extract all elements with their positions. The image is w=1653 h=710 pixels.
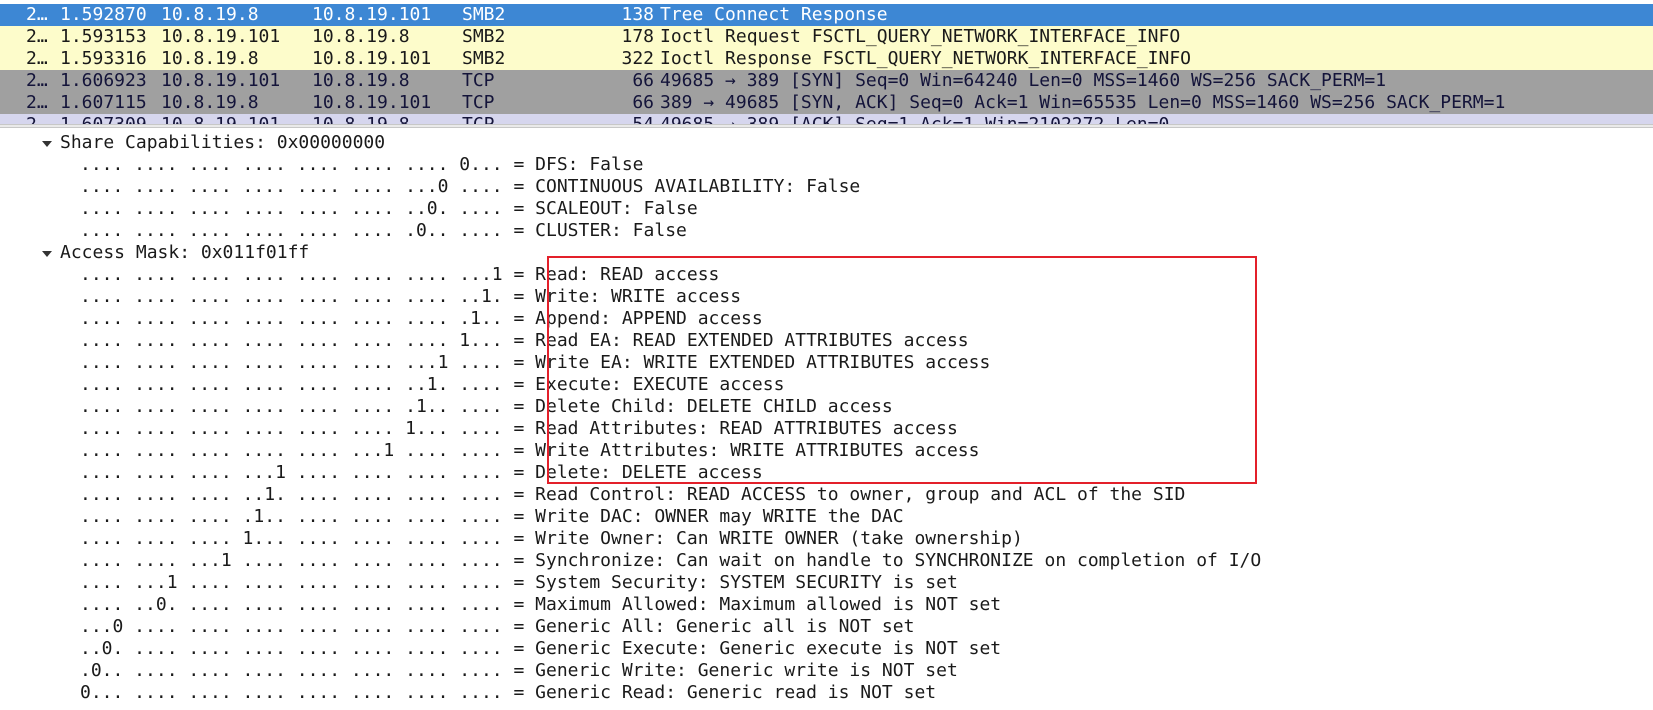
packet-info: 389 → 49685 [SYN, ACK] Seq=0 Ack=1 Win=6… xyxy=(660,92,1506,113)
packet-number: 2… xyxy=(26,48,48,69)
packet-row[interactable]: 2… 1.593153 10.8.19.101 10.8.19.8 SMB2 1… xyxy=(0,26,1653,48)
packet-number: 2… xyxy=(26,114,48,124)
packet-length: 322 xyxy=(621,48,654,69)
packet-source: 10.8.19.101 xyxy=(161,114,280,124)
packet-length: 66 xyxy=(632,92,654,113)
expand-arrow-icon[interactable] xyxy=(40,242,52,264)
packet-protocol: SMB2 xyxy=(462,48,506,69)
packet-time: 1.593316 xyxy=(60,48,147,69)
packet-number: 2… xyxy=(26,4,48,25)
packet-info: 49685 → 389 [SYN] Seq=0 Win=64240 Len=0 … xyxy=(660,70,1387,91)
tree-bit-line[interactable]: .... .... .... .... .... .... .... ..1. … xyxy=(80,286,741,308)
packet-source: 10.8.19.8 xyxy=(161,92,259,113)
packet-info: Tree Connect Response xyxy=(660,4,888,25)
tree-bit-line[interactable]: .... .... .... .... .... .... ..1. .... … xyxy=(80,374,784,396)
tree-bit-line[interactable]: .... .... .... .... .... .... .... 0... … xyxy=(80,154,644,176)
packet-source: 10.8.19.8 xyxy=(161,4,259,25)
packet-number: 2… xyxy=(26,26,48,47)
packet-time: 1.593153 xyxy=(60,26,147,47)
packet-info: Ioctl Response FSCTL_QUERY_NETWORK_INTER… xyxy=(660,48,1192,69)
packet-row[interactable]: 2… 1.607309 10.8.19.101 10.8.19.8 TCP 54… xyxy=(0,114,1653,124)
packet-length: 138 xyxy=(621,4,654,25)
packet-source: 10.8.19.101 xyxy=(161,70,281,91)
packet-protocol: TCP xyxy=(462,114,495,124)
packet-time: 1.607309 xyxy=(60,114,147,124)
tree-bit-line[interactable]: .... .... .... .1.. .... .... .... .... … xyxy=(80,506,904,528)
packet-number: 2… xyxy=(26,92,48,113)
tree-bit-line[interactable]: .... .... ...1 .... .... .... .... .... … xyxy=(80,550,1261,572)
packet-number: 2… xyxy=(26,70,48,91)
packet-row[interactable]: 2… 1.593316 10.8.19.8 10.8.19.101 SMB2 3… xyxy=(0,48,1653,70)
tree-bit-line[interactable]: .... .... .... .... .... .... 1... .... … xyxy=(80,418,958,440)
tree-bit-line[interactable]: .... ..0. .... .... .... .... .... .... … xyxy=(80,594,1001,616)
packet-row[interactable]: 2… 1.606923 10.8.19.101 10.8.19.8 TCP 66… xyxy=(0,70,1653,92)
packet-source: 10.8.19.8 xyxy=(161,48,259,69)
packet-info: 49685 → 389 [ACK] Seq=1 Ack=1 Win=210227… xyxy=(660,114,1169,124)
tree-bit-line[interactable]: .... .... .... .... .... .... ..0. .... … xyxy=(80,198,698,220)
tree-bit-line[interactable]: .0.. .... .... .... .... .... .... .... … xyxy=(80,660,958,682)
tree-bit-line[interactable]: .... .... .... .... .... .... .... ...1 … xyxy=(80,264,719,286)
packet-protocol: TCP xyxy=(462,92,495,113)
tree-bit-line[interactable]: 0... .... .... .... .... .... .... .... … xyxy=(80,682,936,704)
tree-bit-line[interactable]: .... .... .... ..1. .... .... .... .... … xyxy=(80,484,1185,506)
packet-details-tree: Share Capabilities: 0x00000000 .... ....… xyxy=(0,128,1653,710)
packet-protocol: SMB2 xyxy=(462,26,506,47)
packet-length: 54 xyxy=(580,114,654,124)
tree-bit-line[interactable]: .... .... .... .... .... .... .1.. .... … xyxy=(80,396,893,418)
packet-destination: 10.8.19.8 xyxy=(312,26,410,47)
tree-bit-line[interactable]: .... .... .... ...1 .... .... .... .... … xyxy=(80,462,763,484)
packet-destination: 10.8.19.8 xyxy=(312,70,410,91)
tree-bit-line[interactable]: .... .... .... .... .... ...1 .... .... … xyxy=(80,440,979,462)
packet-length: 178 xyxy=(621,26,654,47)
packet-info: Ioctl Request FSCTL_QUERY_NETWORK_INTERF… xyxy=(660,26,1181,47)
tree-bit-line[interactable]: .... .... .... .... .... .... .... 1... … xyxy=(80,330,969,352)
tree-bit-line[interactable]: ...0 .... .... .... .... .... .... .... … xyxy=(80,616,914,638)
packet-row[interactable]: 2… 1.607115 10.8.19.8 10.8.19.101 TCP 66… xyxy=(0,92,1653,114)
packet-destination: 10.8.19.101 xyxy=(312,48,432,69)
packet-time: 1.606923 xyxy=(60,70,147,91)
access-mask-header[interactable]: Access Mask: 0x011f01ff xyxy=(60,242,309,264)
tree-bit-line[interactable]: .... .... .... .... .... .... .... .1.. … xyxy=(80,308,763,330)
tree-bit-line[interactable]: .... .... .... .... .... .... ...0 .... … xyxy=(80,176,860,198)
packet-destination: 10.8.19.101 xyxy=(312,4,432,25)
packet-row[interactable]: 2… 1.592870 10.8.19.8 10.8.19.101 SMB2 1… xyxy=(0,4,1653,26)
packet-time: 1.607115 xyxy=(60,92,147,113)
tree-bit-line[interactable]: .... .... .... .... .... .... .0.. .... … xyxy=(80,220,687,242)
packet-time: 1.592870 xyxy=(60,4,147,25)
tree-bit-line[interactable]: ..0. .... .... .... .... .... .... .... … xyxy=(80,638,1001,660)
tree-bit-line[interactable]: .... ...1 .... .... .... .... .... .... … xyxy=(80,572,958,594)
packet-list[interactable]: 2… 1.592870 10.8.19.8 10.8.19.101 SMB2 1… xyxy=(0,0,1653,124)
expand-arrow-icon[interactable] xyxy=(40,132,52,154)
share-capabilities-header[interactable]: Share Capabilities: 0x00000000 xyxy=(60,132,385,154)
packet-source: 10.8.19.101 xyxy=(161,26,281,47)
tree-bit-line[interactable]: .... .... .... 1... .... .... .... .... … xyxy=(80,528,1023,550)
packet-protocol: SMB2 xyxy=(462,4,506,25)
packet-length: 66 xyxy=(632,70,654,91)
tree-bit-line[interactable]: .... .... .... .... .... .... ...1 .... … xyxy=(80,352,990,374)
packet-protocol: TCP xyxy=(462,70,495,91)
packet-destination: 10.8.19.8 xyxy=(312,114,410,124)
packet-destination: 10.8.19.101 xyxy=(312,92,432,113)
